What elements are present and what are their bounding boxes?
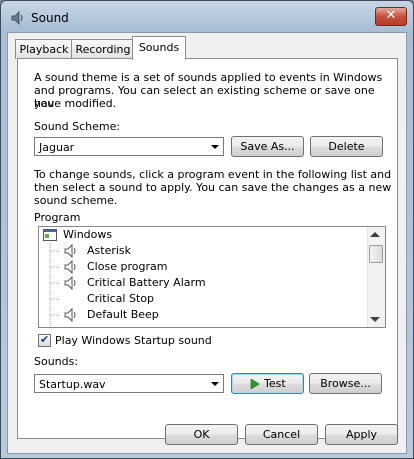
sounds-label: Sounds: bbox=[34, 355, 79, 368]
list-item-label: Asterisk bbox=[87, 244, 132, 257]
delete-button[interactable]: Delete bbox=[310, 136, 383, 157]
chevron-down-icon bbox=[211, 145, 219, 149]
play-icon bbox=[250, 379, 260, 389]
list-item-label: Default Beep bbox=[87, 308, 159, 321]
close-button[interactable]: ✕ bbox=[375, 7, 407, 26]
list-item-label: Critical Battery Alarm bbox=[87, 276, 206, 289]
speaker-icon bbox=[64, 276, 76, 290]
dialog-body: Playback Recording Sounds A sound theme … bbox=[7, 32, 407, 454]
window-title: Sound bbox=[31, 11, 69, 25]
save-as-button[interactable]: Save As... bbox=[231, 136, 304, 157]
sound-scheme-value: Jaguar bbox=[39, 141, 75, 154]
instructions-line-3: sound scheme. bbox=[34, 194, 118, 207]
speaker-icon bbox=[64, 260, 76, 274]
speaker-icon bbox=[64, 308, 76, 322]
sound-dialog: Sound ✕ Playback Recording Sounds A soun… bbox=[0, 0, 414, 459]
browse-button[interactable]: Browse... bbox=[309, 373, 382, 394]
speaker-icon bbox=[64, 244, 76, 258]
list-item-label: Windows bbox=[63, 228, 113, 241]
tab-sounds[interactable]: Sounds bbox=[132, 36, 186, 60]
test-button-label: Test bbox=[264, 377, 286, 390]
tree-lines bbox=[49, 243, 59, 327]
windows-icon bbox=[43, 229, 57, 241]
ok-button[interactable]: OK bbox=[165, 424, 238, 445]
sound-scheme-label: Sound Scheme: bbox=[34, 120, 121, 133]
scrollbar-thumb[interactable] bbox=[369, 245, 383, 263]
instructions-line-1: To change sounds, click a program event … bbox=[34, 168, 392, 181]
title-bar[interactable]: Sound ✕ bbox=[1, 1, 413, 35]
speaker-icon bbox=[11, 11, 23, 25]
apply-button[interactable]: Apply bbox=[325, 424, 398, 445]
program-label: Program bbox=[34, 211, 81, 224]
sounds-value: Startup.wav bbox=[39, 378, 106, 391]
chevron-down-icon bbox=[211, 382, 219, 386]
tab-recording[interactable]: Recording bbox=[71, 39, 135, 59]
sound-scheme-dropdown[interactable]: Jaguar bbox=[34, 137, 224, 156]
instructions-line-2: then select a sound to apply. You can sa… bbox=[34, 181, 392, 194]
cancel-button[interactable]: Cancel bbox=[245, 424, 318, 445]
list-item-label: Close program bbox=[87, 260, 168, 273]
checkmark-icon: ✔ bbox=[40, 333, 50, 346]
startup-sound-label[interactable]: Play Windows Startup sound bbox=[55, 334, 212, 347]
intro-line-3: have modified. bbox=[34, 97, 117, 110]
sounds-dropdown[interactable]: Startup.wav bbox=[34, 374, 224, 393]
startup-sound-checkbox[interactable]: ✔ bbox=[38, 333, 51, 347]
program-events-list[interactable]: Windows Asterisk Close program Critical … bbox=[38, 226, 386, 328]
close-icon: ✕ bbox=[385, 8, 397, 23]
intro-line-1: A sound theme is a set of sounds applied… bbox=[34, 71, 383, 84]
scroll-down-icon[interactable] bbox=[370, 317, 380, 322]
list-item-label: Critical Stop bbox=[87, 292, 154, 305]
scroll-up-icon[interactable] bbox=[370, 232, 380, 237]
list-scrollbar[interactable] bbox=[367, 227, 385, 327]
tab-playback[interactable]: Playback bbox=[15, 39, 73, 59]
test-button[interactable]: Test bbox=[231, 373, 304, 394]
